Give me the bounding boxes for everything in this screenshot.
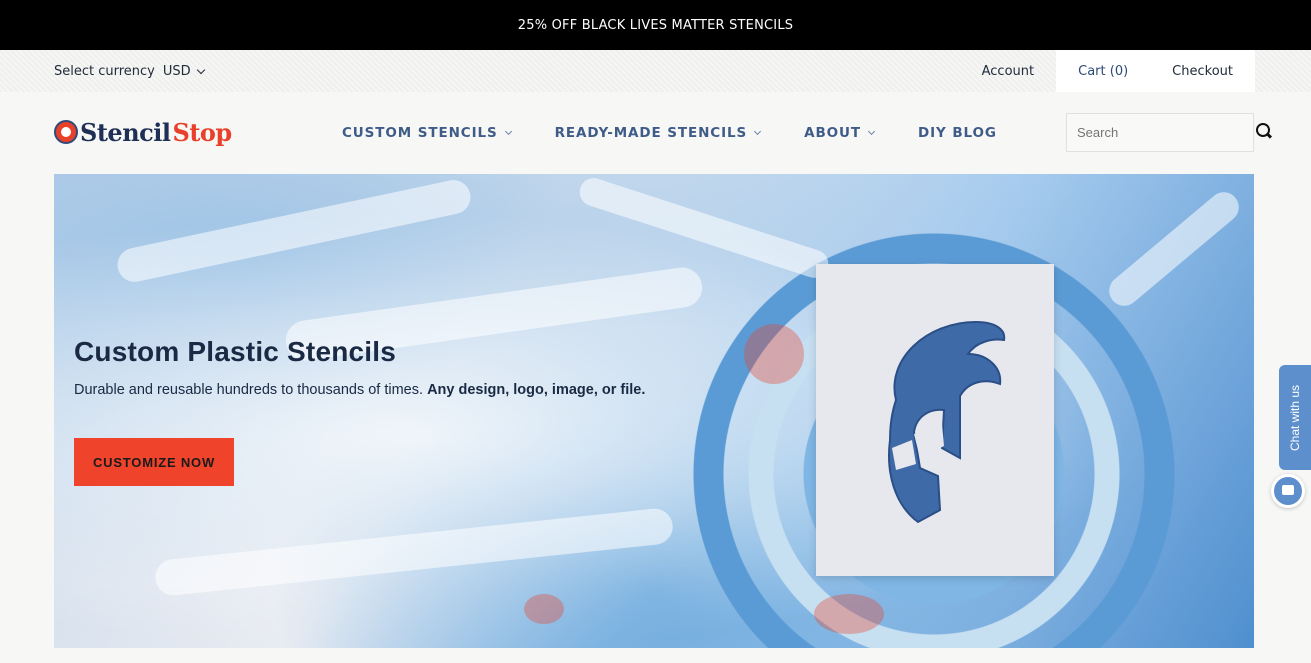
chat-tab[interactable]: Chat with us — [1279, 365, 1311, 470]
hero-subtitle-plain: Durable and reusable hundreds to thousan… — [74, 382, 424, 398]
chevron-down-icon — [754, 127, 762, 136]
nav-diy-blog[interactable]: DIY BLOG — [918, 125, 997, 141]
logo-mark-icon — [54, 120, 78, 144]
chevron-down-icon — [867, 127, 876, 136]
chevron-down-icon — [196, 65, 205, 74]
chat-label: Chat with us — [1288, 384, 1302, 451]
currency-selector: Select currency USD — [54, 50, 205, 92]
announcement-text[interactable]: 25% OFF BLACK LIVES MATTER STENCILS — [518, 18, 793, 33]
hero-subtitle-bold: Any design, logo, image, or file. — [427, 382, 646, 398]
hero-subtitle: Durable and reusable hundreds to thousan… — [74, 382, 645, 398]
logo-text-stop: Stop — [172, 117, 232, 147]
hero-title: Custom Plastic Stencils — [74, 336, 397, 367]
currency-dropdown[interactable]: USD — [162, 63, 205, 79]
search-icon[interactable] — [1256, 123, 1274, 141]
currency-value: USD — [162, 63, 191, 79]
currency-label: Select currency — [54, 63, 155, 79]
account-links: Account Cart (0) Checkout — [960, 50, 1255, 92]
utility-bar: Select currency USD Account Cart (0) Che… — [0, 50, 1311, 92]
logo-text-stencil: Stencil — [80, 117, 171, 147]
hero-background-speck — [814, 594, 884, 634]
spartan-helmet-icon — [888, 320, 1006, 524]
hero-background-stroke — [1103, 186, 1245, 312]
chat-bubble-icon[interactable] — [1271, 474, 1305, 508]
hero-background-stroke — [114, 176, 474, 286]
nav-about[interactable]: ABOUT — [804, 125, 876, 141]
customize-now-button[interactable]: CUSTOMIZE NOW — [74, 438, 234, 486]
site-logo[interactable]: Stencil Stop — [54, 114, 232, 150]
checkout-link[interactable]: Checkout — [1150, 50, 1255, 92]
nav-custom-stencils[interactable]: CUSTOM STENCILS — [342, 125, 512, 141]
hero-background-speck — [744, 324, 804, 384]
hero-banner: Custom Plastic Stencils Durable and reus… — [54, 174, 1254, 648]
hero-background-speck — [524, 594, 564, 624]
nav-ready-made-stencils[interactable]: READY-MADE STENCILS — [554, 125, 762, 141]
stencil-sample-card — [816, 264, 1054, 576]
announcement-bar[interactable]: 25% OFF BLACK LIVES MATTER STENCILS — [0, 0, 1311, 50]
cart-link[interactable]: Cart (0) — [1056, 50, 1151, 92]
hero-background-stroke — [576, 174, 832, 282]
search-input[interactable] — [1066, 113, 1254, 152]
nav-label: ABOUT — [804, 125, 862, 141]
hero-background-stroke — [153, 506, 675, 598]
main-nav: CUSTOM STENCILS READY-MADE STENCILS ABOU… — [342, 92, 1041, 174]
nav-label: READY-MADE STENCILS — [554, 125, 748, 141]
nav-label: CUSTOM STENCILS — [342, 125, 498, 141]
chevron-down-icon — [504, 127, 512, 136]
nav-label: DIY BLOG — [918, 125, 997, 141]
account-link[interactable]: Account — [960, 50, 1057, 92]
site-header: Stencil Stop CUSTOM STENCILS READY-MADE … — [0, 92, 1311, 174]
